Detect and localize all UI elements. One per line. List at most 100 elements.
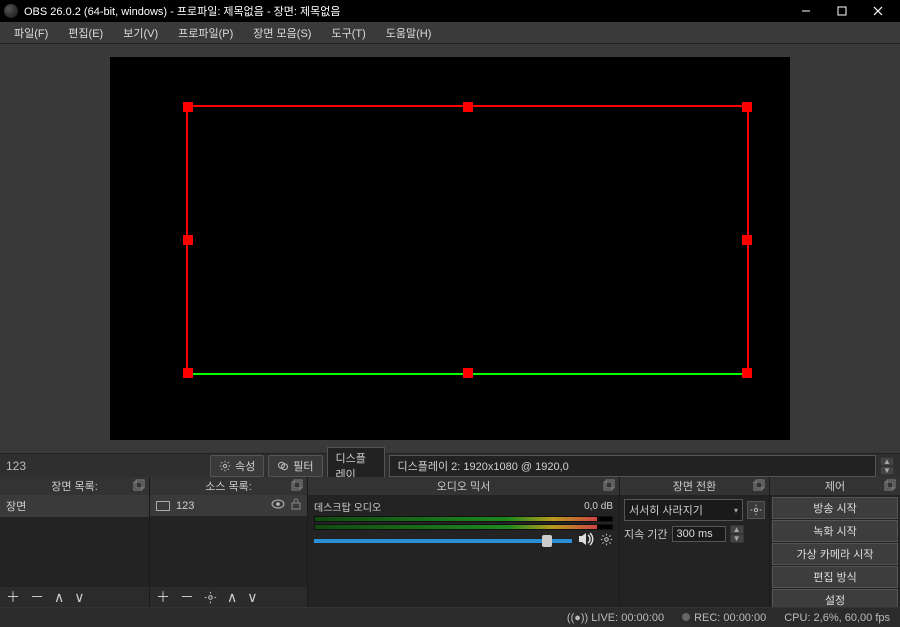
popout-icon[interactable] xyxy=(133,479,145,491)
filters-label: 필터 xyxy=(293,458,313,474)
properties-button[interactable]: 속성 xyxy=(210,455,264,477)
start-virtualcam-button[interactable]: 가상 카메라 시작 xyxy=(772,543,898,565)
menu-help[interactable]: 도움말(H) xyxy=(376,22,442,44)
start-streaming-button[interactable]: 방송 시작 xyxy=(772,497,898,519)
mixer-header: 오디오 믹서 xyxy=(308,477,619,495)
popout-icon[interactable] xyxy=(291,479,303,491)
resize-handle[interactable] xyxy=(463,102,473,112)
menubar: 파일(F) 편집(E) 보기(V) 프로파일(P) 장면 모음(S) 도구(T)… xyxy=(0,22,900,44)
chevron-down-icon: ▾ xyxy=(734,506,738,515)
window-title: OBS 26.0.2 (64-bit, windows) - 프로파일: 제목없… xyxy=(24,3,788,19)
minimize-button[interactable] xyxy=(788,0,824,22)
dot-icon xyxy=(682,613,690,621)
display-spin[interactable]: ▲ ▼ xyxy=(880,457,894,475)
start-recording-button[interactable]: 녹화 시작 xyxy=(772,520,898,542)
statusbar: ((●)) LIVE: 00:00:00 REC: 00:00:00 CPU: … xyxy=(0,607,900,627)
transitions-body: 서서히 사라지기▾ 지속 기간 ▲ ▼ xyxy=(620,495,769,607)
audio-meter xyxy=(314,516,613,522)
maximize-button[interactable] xyxy=(824,0,860,22)
selected-source-name: 123 xyxy=(6,459,206,473)
controls-panel: 제어 방송 시작 녹화 시작 가상 카메라 시작 편집 방식 설정 끝내기 xyxy=(770,477,900,607)
spin-up[interactable]: ▲ xyxy=(730,525,744,534)
remove-scene-button[interactable]: － xyxy=(30,587,44,607)
visibility-icon[interactable] xyxy=(271,499,285,512)
audio-settings-icon[interactable] xyxy=(600,533,613,549)
broadcast-icon: ((●)) xyxy=(567,612,588,624)
scenes-toolbar: ＋ － ∧ ∨ xyxy=(0,587,149,607)
mixer-body: 데스크탑 오디오 0,0 dB xyxy=(308,495,619,607)
duration-input[interactable] xyxy=(672,526,726,542)
source-properties-button[interactable] xyxy=(204,591,217,604)
audio-meter xyxy=(314,524,613,530)
duration-spin[interactable]: ▲ ▼ xyxy=(730,525,744,543)
studio-mode-button[interactable]: 편집 방식 xyxy=(772,566,898,588)
source-bounding-box[interactable] xyxy=(186,105,749,375)
controls-header: 제어 xyxy=(770,477,900,495)
controls-body: 방송 시작 녹화 시작 가상 카메라 시작 편집 방식 설정 끝내기 xyxy=(770,495,900,607)
source-name: 123 xyxy=(176,500,194,512)
status-cpu: CPU: 2,6%, 60,00 fps xyxy=(784,612,890,624)
resize-handle[interactable] xyxy=(463,368,473,378)
sources-list[interactable]: 123 xyxy=(150,495,307,587)
sources-panel: 소스 목록: 123 ＋ － ∧ ∨ xyxy=(150,477,308,607)
filters-button[interactable]: 필터 xyxy=(268,455,322,477)
spin-down[interactable]: ▼ xyxy=(880,466,894,475)
scene-item[interactable]: 장면 xyxy=(0,495,149,517)
move-up-button[interactable]: ∧ xyxy=(227,589,237,606)
remove-source-button[interactable]: － xyxy=(180,587,194,607)
resize-handle[interactable] xyxy=(742,102,752,112)
add-scene-button[interactable]: ＋ xyxy=(6,587,20,607)
resize-handle[interactable] xyxy=(183,102,193,112)
popout-icon[interactable] xyxy=(603,479,615,491)
scenes-panel: 장면 목록: 장면 ＋ － ∧ ∨ xyxy=(0,477,150,607)
resize-handle[interactable] xyxy=(742,368,752,378)
filters-icon xyxy=(277,460,289,472)
resize-handle[interactable] xyxy=(183,235,193,245)
speaker-icon[interactable] xyxy=(578,532,594,549)
display-select[interactable]: 디스플레이 2: 1920x1080 @ 1920,0 xyxy=(389,455,877,477)
audio-db-value: 0,0 dB xyxy=(584,501,613,512)
transition-settings-button[interactable] xyxy=(747,501,765,519)
titlebar: OBS 26.0.2 (64-bit, windows) - 프로파일: 제목없… xyxy=(0,0,900,22)
move-down-button[interactable]: ∨ xyxy=(74,589,84,606)
source-item[interactable]: 123 xyxy=(150,495,307,516)
popout-icon[interactable] xyxy=(753,479,765,491)
preview-area xyxy=(0,44,900,453)
docks-row: 장면 목록: 장면 ＋ － ∧ ∨ 소스 목록: 123 xyxy=(0,477,900,607)
scenes-list[interactable]: 장면 xyxy=(0,495,149,587)
spin-down[interactable]: ▼ xyxy=(730,534,744,543)
menu-edit[interactable]: 편집(E) xyxy=(58,22,113,44)
scenes-header: 장면 목록: xyxy=(0,477,149,495)
menu-view[interactable]: 보기(V) xyxy=(113,22,168,44)
transition-select[interactable]: 서서히 사라지기▾ xyxy=(624,499,743,521)
menu-tools[interactable]: 도구(T) xyxy=(321,22,375,44)
audio-track-name: 데스크탑 오디오 xyxy=(314,499,381,514)
properties-label: 속성 xyxy=(235,458,255,474)
menu-scene-collection[interactable]: 장면 모음(S) xyxy=(243,22,321,44)
lock-icon[interactable] xyxy=(291,498,301,513)
resize-handle[interactable] xyxy=(183,368,193,378)
transitions-header: 장면 전환 xyxy=(620,477,769,495)
status-rec: REC: 00:00:00 xyxy=(682,612,766,624)
status-live: ((●)) LIVE: 00:00:00 xyxy=(567,612,664,624)
volume-slider[interactable] xyxy=(314,539,572,543)
menu-file[interactable]: 파일(F) xyxy=(4,22,58,44)
add-source-button[interactable]: ＋ xyxy=(156,587,170,607)
popout-icon[interactable] xyxy=(884,479,896,491)
move-up-button[interactable]: ∧ xyxy=(54,589,64,606)
sources-header: 소스 목록: xyxy=(150,477,307,495)
gear-icon xyxy=(219,460,231,472)
obs-logo-icon xyxy=(4,4,18,18)
source-info-bar: 123 속성 필터 디스플레이 디스플레이 2: 1920x1080 @ 192… xyxy=(0,453,900,477)
sources-toolbar: ＋ － ∧ ∨ xyxy=(150,587,307,607)
menu-profile[interactable]: 프로파일(P) xyxy=(168,22,243,44)
resize-handle[interactable] xyxy=(742,235,752,245)
audio-mixer-panel: 오디오 믹서 데스크탑 오디오 0,0 dB xyxy=(308,477,620,607)
display-capture-icon xyxy=(156,501,170,511)
spin-up[interactable]: ▲ xyxy=(880,457,894,466)
preview-canvas[interactable] xyxy=(110,57,790,440)
move-down-button[interactable]: ∨ xyxy=(247,589,257,606)
settings-button[interactable]: 설정 xyxy=(772,589,898,607)
slider-thumb[interactable] xyxy=(542,535,552,547)
close-button[interactable] xyxy=(860,0,896,22)
